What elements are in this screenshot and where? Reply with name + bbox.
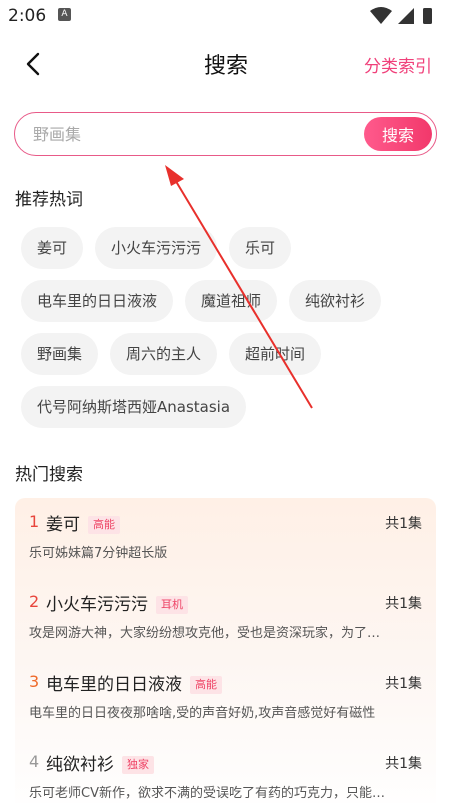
status-bar: 2:06 A: [0, 0, 452, 32]
item-title-text: 小火车污污污: [46, 595, 148, 615]
status-icons: [370, 7, 432, 24]
hot-word-tag[interactable]: 周六的主人: [110, 333, 218, 375]
rank-number: 4: [29, 752, 40, 771]
rank-number: 3: [29, 672, 40, 691]
recommended-title: 推荐热词: [15, 190, 83, 210]
item-badge: 高能: [88, 516, 120, 534]
hot-word-tag[interactable]: 代号阿纳斯塔西娅Anastasia: [21, 386, 247, 428]
episode-count: 共1集: [385, 596, 422, 612]
item-badge: 耳机: [156, 596, 188, 614]
hot-search-title: 热门搜索: [15, 465, 83, 485]
signal-icon: [398, 8, 414, 24]
hot-word-tag[interactable]: 小火车污污污: [95, 227, 218, 269]
item-description: 电车里的日日夜夜那啥啥,受的声音好奶,攻声音感觉好有磁性: [29, 706, 376, 721]
item-badge: 独家: [122, 756, 154, 774]
recommended-tags: 姜可 小火车污污污 乐可 电车里的日日液液 魔道祖师 纯欲衬衫 野画集 周六的主…: [21, 227, 441, 439]
hot-search-item[interactable]: 1 姜可 高能 共1集 乐可姊妹篇7分钟超长版: [15, 498, 436, 578]
back-button[interactable]: [20, 50, 48, 78]
hot-word-tag[interactable]: 野画集: [21, 333, 99, 375]
category-index-link[interactable]: 分类索引: [364, 52, 432, 77]
item-description: 乐可老师CV新作，欲求不满的受误吃了有药的巧克力，只能…: [29, 786, 385, 801]
status-time: 2:06: [8, 6, 47, 26]
item-title-text: 姜可: [46, 515, 80, 535]
item-title-text: 电车里的日日液液: [46, 675, 182, 695]
tag-row: 代号阿纳斯塔西娅Anastasia: [21, 386, 441, 428]
search-input[interactable]: [33, 123, 353, 145]
item-title-text: 纯欲衬衫: [46, 755, 114, 775]
item-description: 乐可姊妹篇7分钟超长版: [29, 546, 168, 561]
hot-search-item[interactable]: 3 电车里的日日液液 高能 共1集 电车里的日日夜夜那啥啥,受的声音好奶,攻声音感…: [15, 658, 436, 738]
item-title: 电车里的日日液液 高能: [46, 670, 222, 695]
search-box: 搜索: [14, 112, 437, 156]
hot-word-tag[interactable]: 超前时间: [229, 333, 322, 375]
item-title: 纯欲衬衫 独家: [46, 750, 154, 775]
tag-row: 野画集 周六的主人 超前时间: [21, 333, 441, 375]
hot-word-tag[interactable]: 纯欲衬衫: [289, 280, 382, 322]
hot-word-tag[interactable]: 乐可: [229, 227, 292, 269]
item-badge: 高能: [190, 676, 222, 694]
item-title: 姜可 高能: [46, 510, 120, 535]
episode-count: 共1集: [385, 516, 422, 532]
item-title: 小火车污污污 耳机: [46, 590, 188, 615]
rank-number: 1: [29, 512, 40, 531]
tag-row: 姜可 小火车污污污 乐可: [21, 227, 441, 269]
item-description: 攻是网游大神，大家纷纷想攻克他，受也是资深玩家，为了…: [29, 626, 381, 641]
hot-word-tag[interactable]: 电车里的日日液液: [21, 280, 174, 322]
episode-count: 共1集: [385, 676, 422, 692]
notification-a-icon: A: [58, 8, 71, 21]
hot-search-item[interactable]: 4 纯欲衬衫 独家 共1集 乐可老师CV新作，欲求不满的受误吃了有药的巧克力，只能…: [15, 738, 436, 803]
hot-search-list: 1 姜可 高能 共1集 乐可姊妹篇7分钟超长版 2 小火车污污污 耳机 共1集 攻是…: [15, 498, 436, 803]
hot-word-tag[interactable]: 魔道祖师: [185, 280, 278, 322]
episode-count: 共1集: [385, 756, 422, 772]
battery-icon: [423, 8, 432, 24]
tag-row: 电车里的日日液液 魔道祖师 纯欲衬衫: [21, 280, 441, 322]
chevron-left-icon: [26, 52, 40, 76]
wifi-icon: [370, 7, 392, 24]
header: 搜索 分类索引: [0, 36, 452, 92]
hot-word-tag[interactable]: 姜可: [21, 227, 84, 269]
search-button[interactable]: 搜索: [364, 117, 432, 151]
hot-search-item[interactable]: 2 小火车污污污 耳机 共1集 攻是网游大神，大家纷纷想攻克他，受也是资深玩家，为…: [15, 578, 436, 658]
rank-number: 2: [29, 592, 40, 611]
